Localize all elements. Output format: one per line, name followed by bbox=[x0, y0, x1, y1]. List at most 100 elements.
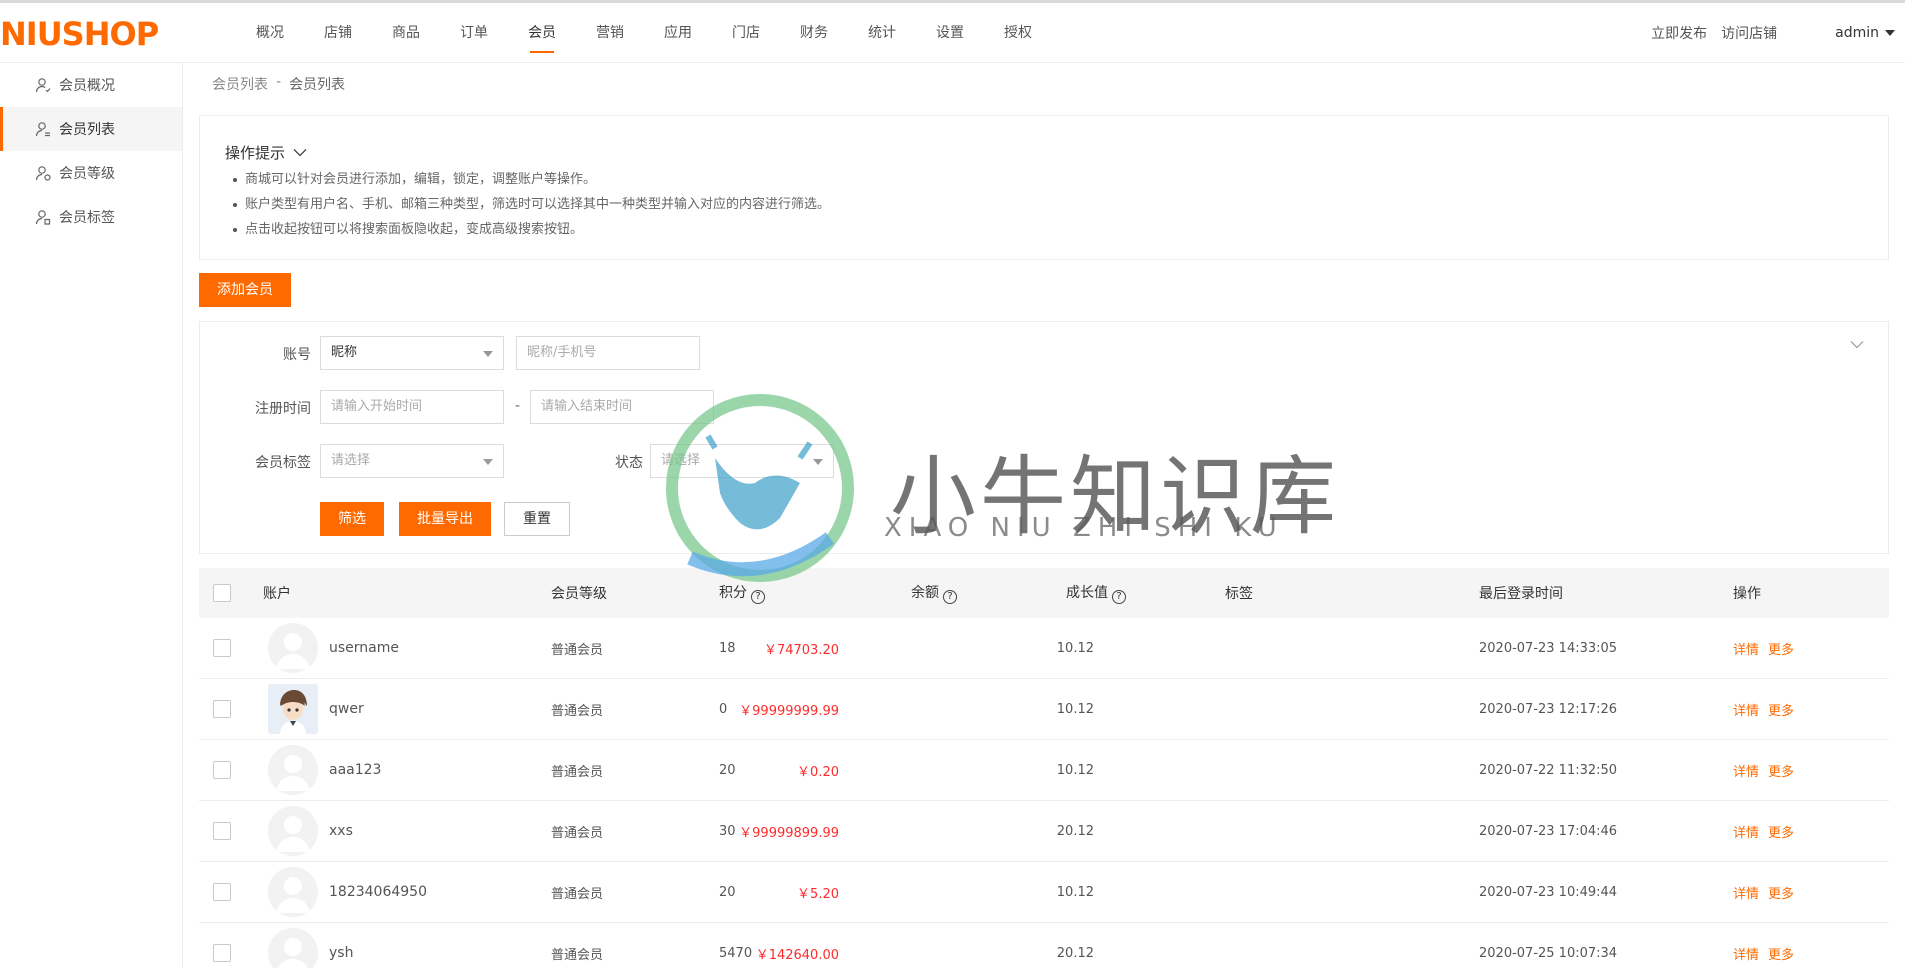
col-balance-label: 余额 bbox=[911, 585, 939, 602]
member-tag-label: 会员标签 bbox=[255, 455, 311, 471]
breadcrumb-parent[interactable]: 会员列表 bbox=[212, 74, 268, 94]
help-icon[interactable]: ? bbox=[943, 589, 957, 604]
more-link[interactable]: 更多 bbox=[1768, 639, 1794, 658]
user-menu[interactable]: admin bbox=[1835, 25, 1895, 41]
chevron-down-icon bbox=[293, 148, 307, 156]
breadcrumb: 会员列表 - 会员列表 bbox=[212, 74, 353, 94]
account-name: qwer bbox=[329, 701, 364, 717]
account-name: xxs bbox=[329, 823, 353, 839]
balance-value: ￥5.20 bbox=[797, 886, 839, 902]
table-row: aaa123 普通会员 20 ￥0.20 10.12 2020-07-22 11… bbox=[199, 740, 1889, 801]
row-checkbox[interactable] bbox=[213, 944, 231, 962]
tips-toggle[interactable]: 操作提示 bbox=[225, 142, 1888, 162]
col-ops: 操作 bbox=[1733, 586, 1761, 602]
member-level: 普通会员 bbox=[551, 703, 604, 719]
batch-export-button[interactable]: 批量导出 bbox=[399, 502, 491, 536]
caret-down-icon bbox=[1885, 30, 1895, 36]
more-link[interactable]: 更多 bbox=[1768, 822, 1794, 841]
row-checkbox[interactable] bbox=[213, 639, 231, 657]
niushop-logo[interactable]: NIUSHOP bbox=[0, 16, 159, 52]
start-time-placeholder: 请输入开始时间 bbox=[331, 399, 423, 414]
search-panel: 账号 昵称 昵称/手机号 注册时间 请输入开始时间 - 请输入结束时间 会员标签… bbox=[199, 321, 1889, 554]
more-link[interactable]: 更多 bbox=[1768, 883, 1794, 902]
nav-item-stats[interactable]: 统计 bbox=[848, 3, 916, 63]
end-time-input[interactable]: 请输入结束时间 bbox=[530, 390, 714, 424]
breadcrumb-current: 会员列表 bbox=[289, 77, 346, 93]
balance-value: ￥99999899.99 bbox=[739, 825, 839, 841]
status-select[interactable]: 请选择 bbox=[650, 444, 834, 478]
start-time-input[interactable]: 请输入开始时间 bbox=[320, 390, 504, 424]
help-icon[interactable]: ? bbox=[751, 589, 765, 604]
row-checkbox[interactable] bbox=[213, 883, 231, 901]
col-account: 账户 bbox=[263, 586, 291, 602]
detail-link[interactable]: 详情 bbox=[1733, 822, 1759, 841]
select-all-checkbox[interactable] bbox=[213, 584, 231, 602]
default-avatar-icon bbox=[268, 806, 318, 856]
sidebar-item-member-level[interactable]: 会员等级 bbox=[0, 151, 182, 195]
user-list-icon bbox=[34, 120, 52, 138]
nav-item-orders[interactable]: 订单 bbox=[440, 3, 508, 63]
add-member-button[interactable]: 添加会员 bbox=[199, 273, 291, 307]
account-name: 18234064950 bbox=[329, 884, 427, 900]
last-login-time: 2020-07-23 12:17:26 bbox=[1479, 701, 1618, 717]
tips-title: 操作提示 bbox=[225, 143, 286, 162]
reset-button[interactable]: 重置 bbox=[504, 502, 570, 536]
filter-button[interactable]: 筛选 bbox=[320, 502, 384, 536]
help-icon[interactable]: ? bbox=[1112, 589, 1126, 604]
col-growth-label: 成长值 bbox=[1066, 585, 1108, 602]
nav-item-stores[interactable]: 门店 bbox=[712, 3, 780, 63]
row-checkbox[interactable] bbox=[213, 761, 231, 779]
nav-item-shop[interactable]: 店铺 bbox=[304, 3, 372, 63]
sidebar-item-member-tags[interactable]: 会员标签 bbox=[0, 195, 182, 239]
user-photo-avatar bbox=[268, 684, 318, 734]
nav-item-marketing[interactable]: 营销 bbox=[576, 3, 644, 63]
growth-value: 10.12 bbox=[1056, 762, 1094, 778]
nav-item-settings[interactable]: 设置 bbox=[916, 3, 984, 63]
detail-link[interactable]: 详情 bbox=[1733, 639, 1759, 658]
points-value: 20 bbox=[719, 762, 736, 778]
sidebar-item-member-list[interactable]: 会员列表 bbox=[0, 107, 182, 151]
avatar bbox=[268, 684, 318, 734]
balance-value: ￥0.20 bbox=[797, 764, 839, 780]
publish-link[interactable]: 立即发布 bbox=[1651, 23, 1707, 43]
nav-item-finance[interactable]: 财务 bbox=[780, 3, 848, 63]
table-row: qwer 普通会员 0 ￥99999999.99 10.12 2020-07-2… bbox=[199, 679, 1889, 740]
balance-value: ￥74703.20 bbox=[763, 642, 839, 658]
avatar bbox=[268, 806, 318, 856]
row-checkbox[interactable] bbox=[213, 700, 231, 718]
points-value: 5470 bbox=[719, 945, 753, 961]
member-tag-select[interactable]: 请选择 bbox=[320, 444, 504, 478]
detail-link[interactable]: 详情 bbox=[1733, 761, 1759, 780]
nav-item-license[interactable]: 授权 bbox=[984, 3, 1052, 63]
table-row: ysh 普通会员 5470 ￥142640.00 20.12 2020-07-2… bbox=[199, 923, 1889, 968]
user-icon bbox=[34, 76, 52, 94]
sidebar-item-member-overview[interactable]: 会员概况 bbox=[0, 63, 182, 107]
member-tag-placeholder: 请选择 bbox=[331, 453, 371, 468]
more-link[interactable]: 更多 bbox=[1768, 944, 1794, 963]
visit-shop-link[interactable]: 访问店铺 bbox=[1721, 23, 1777, 43]
detail-link[interactable]: 详情 bbox=[1733, 700, 1759, 719]
points-value: 0 bbox=[719, 701, 728, 717]
top-header: NIUSHOP 概况 店铺 商品 订单 会员 营销 应用 门店 财务 统计 设置… bbox=[0, 0, 1905, 63]
default-avatar-icon bbox=[268, 623, 318, 673]
nav-item-overview[interactable]: 概况 bbox=[236, 3, 304, 63]
default-avatar-icon bbox=[268, 867, 318, 917]
avatar bbox=[268, 867, 318, 917]
member-level: 普通会员 bbox=[551, 764, 604, 780]
account-search-input[interactable]: 昵称/手机号 bbox=[516, 336, 700, 370]
detail-link[interactable]: 详情 bbox=[1733, 944, 1759, 963]
nav-item-members[interactable]: 会员 bbox=[508, 3, 576, 63]
col-tags: 标签 bbox=[1225, 586, 1253, 602]
more-link[interactable]: 更多 bbox=[1768, 761, 1794, 780]
nav-item-apps[interactable]: 应用 bbox=[644, 3, 712, 63]
nav-item-goods[interactable]: 商品 bbox=[372, 3, 440, 63]
sidebar-item-label: 会员概况 bbox=[59, 78, 115, 94]
account-type-select[interactable]: 昵称 bbox=[320, 336, 504, 370]
more-link[interactable]: 更多 bbox=[1768, 700, 1794, 719]
collapse-chevron-icon[interactable] bbox=[1850, 340, 1864, 349]
sidebar: 会员概况 会员列表 会员等级 会员标签 bbox=[0, 63, 183, 968]
avatar bbox=[268, 745, 318, 795]
detail-link[interactable]: 详情 bbox=[1733, 883, 1759, 902]
growth-value: 10.12 bbox=[1056, 884, 1094, 900]
row-checkbox[interactable] bbox=[213, 822, 231, 840]
